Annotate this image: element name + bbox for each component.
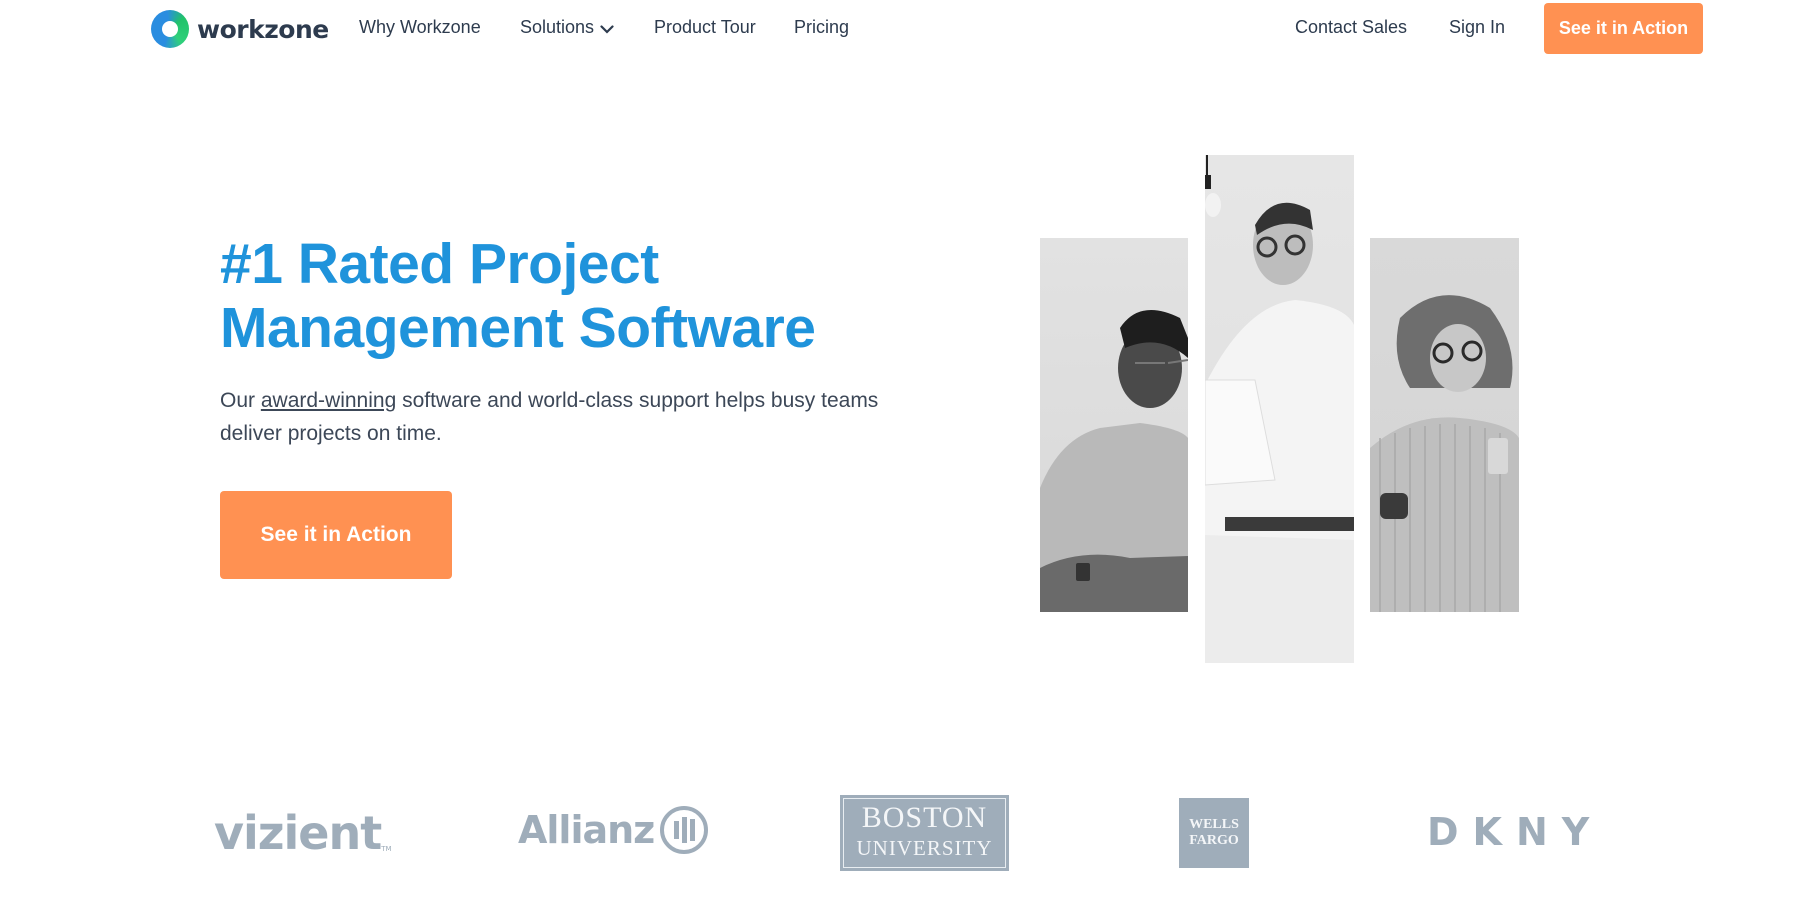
photo-woman-phone	[1370, 238, 1519, 612]
nav-link-solutions[interactable]: Solutions	[520, 17, 614, 39]
hero-desc-prefix: Our	[220, 389, 261, 412]
fargo-text: FARGO	[1189, 833, 1239, 848]
logo-text: workzone	[197, 14, 329, 44]
person-illustration-2	[1205, 155, 1354, 663]
vizient-logo: vizientTM	[214, 806, 392, 860]
hero-description: Our award-winning software and world-cla…	[220, 384, 940, 450]
wells-text: WELLS	[1189, 817, 1239, 832]
boston-university-logo-inner: BOSTON UNIVERSITY	[843, 798, 1006, 868]
hero-title-bold: #1 Rated	[220, 232, 454, 296]
photo-man-white-shirt	[1205, 155, 1354, 663]
person-illustration-3	[1370, 295, 1519, 612]
vizient-tm: TM	[381, 845, 392, 853]
hero-see-it-in-action-button[interactable]: See it in Action	[220, 491, 452, 579]
allianz-logo: Allianz	[518, 806, 709, 854]
chevron-down-icon	[600, 18, 614, 39]
allianz-eagle-icon	[660, 806, 709, 854]
nav-link-pricing[interactable]: Pricing	[794, 17, 849, 38]
hero-title: #1 Rated Project Management Software	[220, 232, 920, 360]
vizient-logo-text: vizient	[214, 806, 382, 860]
boston-text: BOSTON	[861, 801, 988, 834]
customer-logos: vizientTM Allianz BOSTON UNIVERSITY WELL…	[0, 790, 1815, 880]
hero-title-line2: Management Software	[220, 296, 816, 360]
dkny-logo: DKNY	[1427, 810, 1604, 854]
nav-link-why-workzone[interactable]: Why Workzone	[359, 17, 481, 38]
photo-man-laptop	[1040, 238, 1188, 612]
university-text: UNIVERSITY	[856, 836, 993, 860]
person-illustration-1	[1040, 310, 1188, 612]
wells-fargo-logo: WELLS FARGO	[1179, 798, 1249, 868]
workzone-logo-icon	[151, 10, 189, 48]
allianz-logo-text: Allianz	[518, 808, 655, 852]
workzone-logo[interactable]: workzone	[151, 10, 329, 48]
nav-see-it-in-action-button[interactable]: See it in Action	[1544, 3, 1703, 54]
boston-university-logo: BOSTON UNIVERSITY	[840, 795, 1009, 871]
award-winning-link[interactable]: award-winning	[261, 389, 396, 412]
hero-title-line1: Project	[453, 232, 659, 296]
top-navigation: workzone Why Workzone Solutions Product …	[0, 0, 1815, 56]
nav-link-product-tour[interactable]: Product Tour	[654, 17, 756, 38]
nav-link-sign-in[interactable]: Sign In	[1449, 17, 1505, 38]
nav-link-solutions-label: Solutions	[520, 17, 595, 37]
nav-link-contact-sales[interactable]: Contact Sales	[1295, 17, 1407, 38]
